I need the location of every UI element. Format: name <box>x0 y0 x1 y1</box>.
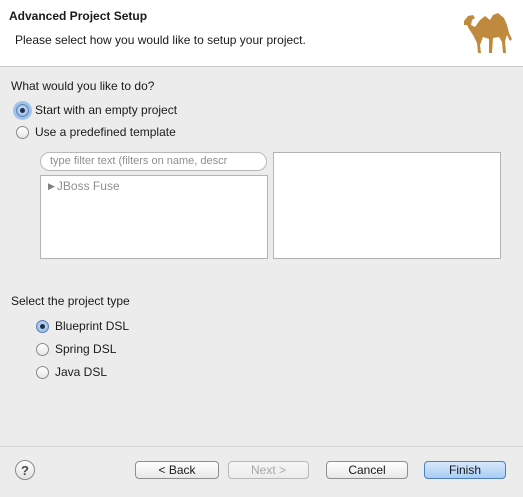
radio-empty-project[interactable]: Start with an empty project <box>16 102 177 118</box>
radio-spring-dsl[interactable]: Spring DSL <box>36 341 116 357</box>
wizard-title: Advanced Project Setup <box>9 9 148 23</box>
template-preview-panel <box>273 152 501 259</box>
triangle-right-icon[interactable]: ▶ <box>48 181 55 192</box>
camel-logo-icon <box>464 13 512 53</box>
radio-button[interactable] <box>36 365 49 379</box>
radio-label: Spring DSL <box>55 342 117 356</box>
radio-predefined-template[interactable]: Use a predefined template <box>16 124 176 140</box>
next-button[interactable]: Next > <box>228 461 309 479</box>
radio-button-checked[interactable] <box>36 319 49 333</box>
tree-item-jboss-fuse[interactable]: ▶ JBoss Fuse <box>48 179 120 193</box>
setup-choice-label: What would you like to do? <box>11 79 155 93</box>
radio-label: Start with an empty project <box>35 103 178 117</box>
help-icon[interactable]: ? <box>15 460 35 480</box>
wizard-header: Advanced Project Setup Please select how… <box>0 0 523 67</box>
template-tree[interactable]: ▶ JBoss Fuse <box>40 175 268 259</box>
radio-button[interactable] <box>16 125 29 139</box>
footer-divider <box>0 446 523 447</box>
radio-blueprint-dsl[interactable]: Blueprint DSL <box>36 318 129 334</box>
radio-label: Blueprint DSL <box>55 319 130 333</box>
radio-java-dsl[interactable]: Java DSL <box>36 364 107 380</box>
radio-button-checked[interactable] <box>16 103 29 117</box>
cancel-button[interactable]: Cancel <box>326 461 408 479</box>
template-filter-input[interactable]: type filter text (filters on name, descr <box>40 152 267 171</box>
project-type-label: Select the project type <box>11 294 130 308</box>
radio-label: Java DSL <box>55 365 108 379</box>
tree-item-label: JBoss Fuse <box>56 179 120 193</box>
wizard-description: Please select how you would like to setu… <box>15 33 306 47</box>
radio-button[interactable] <box>36 342 49 356</box>
back-button[interactable]: < Back <box>135 461 219 479</box>
finish-button[interactable]: Finish <box>424 461 506 479</box>
radio-label: Use a predefined template <box>35 125 176 139</box>
